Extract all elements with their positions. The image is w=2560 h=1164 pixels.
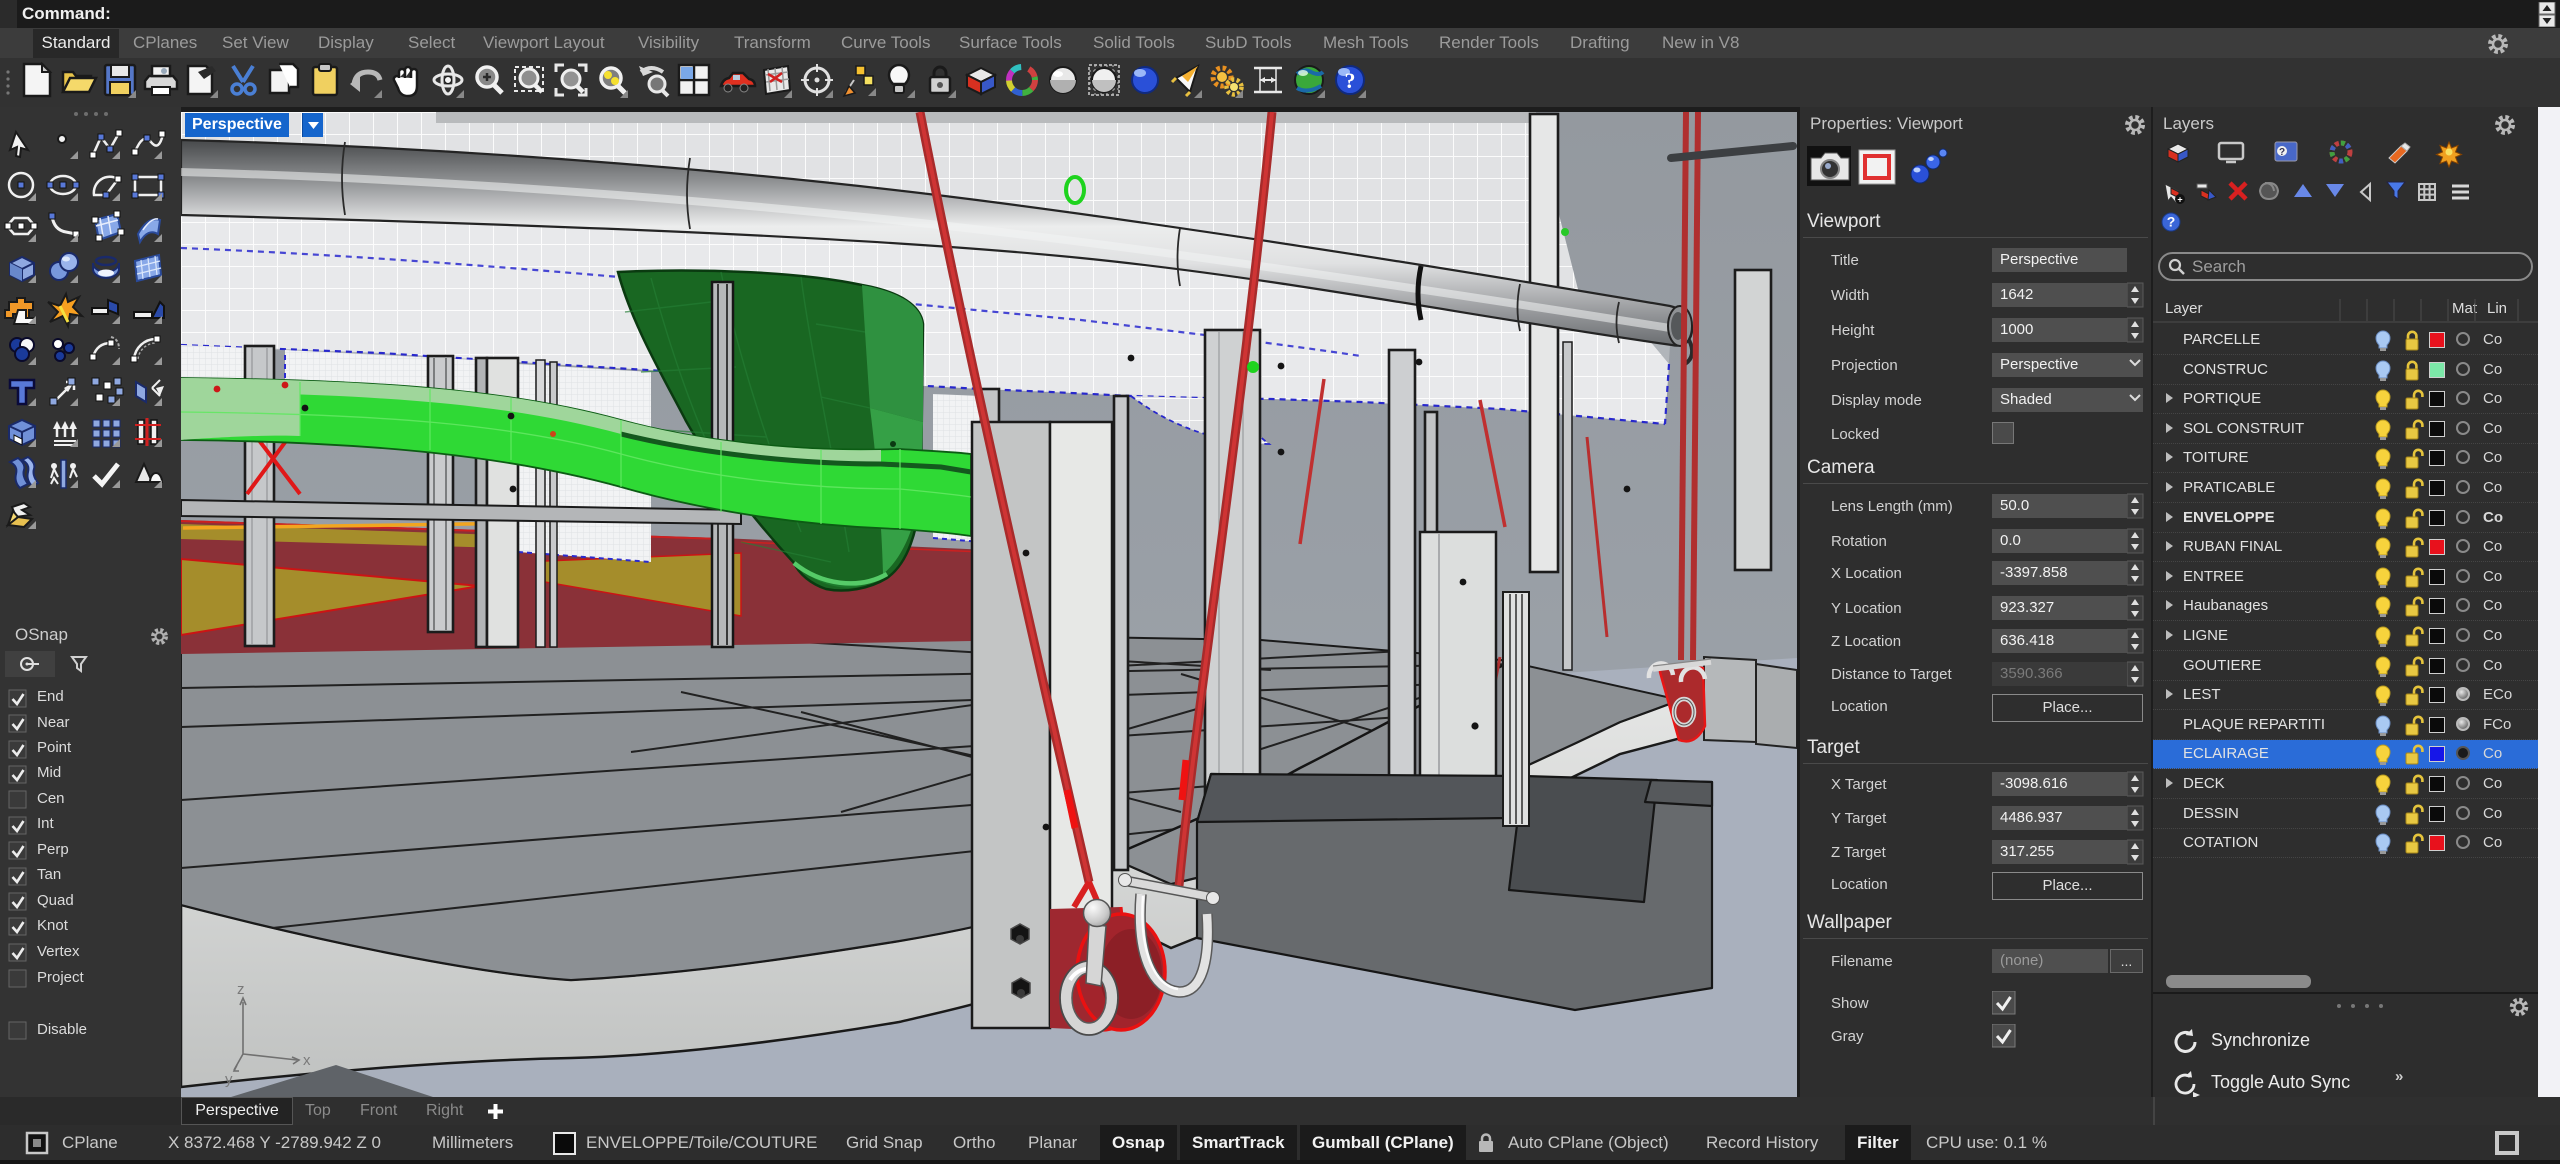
svg-text:y: y	[225, 1071, 233, 1088]
svg-text:x: x	[303, 1052, 311, 1069]
svg-text:z: z	[237, 981, 245, 998]
svg-text:?: ?	[1345, 68, 1356, 93]
